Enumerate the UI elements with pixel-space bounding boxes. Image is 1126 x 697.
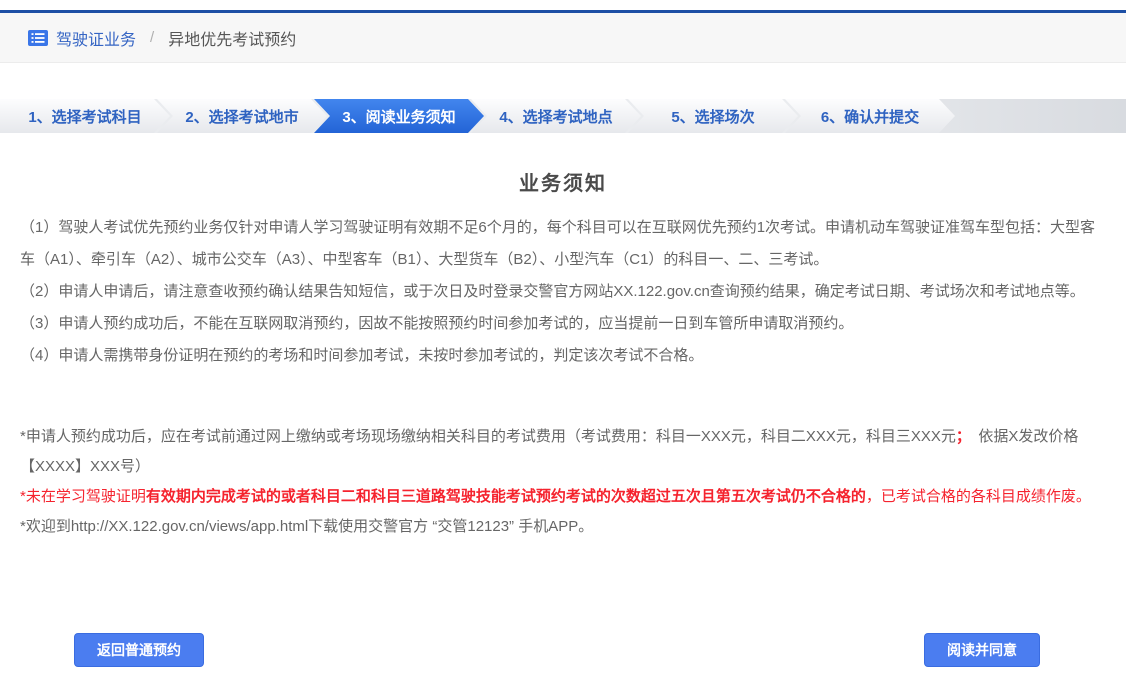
top-margin — [0, 0, 1126, 10]
page-title: 业务须知 — [0, 167, 1126, 196]
step-wizard: 1、选择考试科目 2、选择考试地市 3、阅读业务须知 4、选择考试地点 5、选择… — [0, 99, 1126, 133]
notice-content: 业务须知 （1）驾驶人考试优先预约业务仅针对申请人学习驾驶证明有效期不足6个月的… — [0, 167, 1126, 542]
notice-paragraph-3: （3）申请人预约成功后，不能在互联网取消预约，因故不能按照预约时间参加考试的，应… — [0, 308, 1126, 340]
step-5[interactable]: 5、选择场次 — [628, 99, 798, 133]
back-to-normal-booking-button[interactable]: 返回普通预约 — [74, 633, 204, 667]
notice-paragraphs: （1）驾驶人考试优先预约业务仅针对申请人学习驾驶证明有效期不足6个月的，每个科目… — [0, 212, 1126, 372]
notice-paragraph-2: （2）申请人申请后，请注意查收预约确认结果告知短信，或于次日及时登录交警官方网站… — [0, 276, 1126, 308]
breadcrumb-section[interactable]: 驾驶证业务 — [56, 26, 136, 50]
read-and-agree-button[interactable]: 阅读并同意 — [924, 633, 1040, 667]
notice-paragraph-4: （4）申请人需携带身份证明在预约的考场和时间参加考试，未按时参加考试的，判定该次… — [0, 340, 1126, 372]
step-6[interactable]: 6、确认并提交 — [785, 99, 955, 133]
step-3[interactable]: 3、阅读业务须知 — [314, 99, 484, 133]
step-4[interactable]: 4、选择考试地点 — [471, 99, 641, 133]
red-warning-emphasis: 有效期内完成考试的或者科目二和科目三道路驾驶技能考试预约考试的次数超过五次且第五… — [146, 488, 866, 505]
footer-actions: 返回普通预约 阅读并同意 — [0, 633, 1126, 667]
red-warning-note: *未在学习驾驶证明有效期内完成考试的或者科目二和科目三道路驾驶技能考试预约考试的… — [0, 482, 1126, 512]
step-bar-filler — [955, 99, 1126, 133]
fee-note-text: *申请人预约成功后，应在考试前通过网上缴纳或考场现场缴纳相关科目的考试费用（考试… — [20, 428, 956, 445]
red-warning-suffix: ，已考试合格的各科目成绩作废。 — [866, 488, 1091, 505]
step-1[interactable]: 1、选择考试科目 — [0, 99, 170, 133]
notice-notes: *申请人预约成功后，应在考试前通过网上缴纳或考场现场缴纳相关科目的考试费用（考试… — [0, 422, 1126, 542]
red-warning-prefix: *未在学习驾驶证明 — [20, 488, 146, 505]
app-download-note: *欢迎到http://XX.122.gov.cn/views/app.html下… — [0, 512, 1126, 542]
breadcrumb-separator: / — [150, 29, 154, 46]
fee-note-doc-number: 【XXXX】XXX号） — [0, 452, 1126, 482]
list-icon — [28, 30, 48, 46]
breadcrumb: 驾驶证业务 / 异地优先考试预约 — [0, 13, 1126, 63]
breadcrumb-current: 异地优先考试预约 — [168, 26, 296, 50]
page: 驾驶证业务 / 异地优先考试预约 1、选择考试科目 2、选择考试地市 3、阅读业… — [0, 0, 1126, 697]
step-2[interactable]: 2、选择考试地市 — [157, 99, 327, 133]
notice-paragraph-1: （1）驾驶人考试优先预约业务仅针对申请人学习驾驶证明有效期不足6个月的，每个科目… — [0, 212, 1126, 276]
fee-note-basis: 依据X发改价格 — [963, 428, 1078, 445]
fee-note: *申请人预约成功后，应在考试前通过网上缴纳或考场现场缴纳相关科目的考试费用（考试… — [0, 422, 1126, 452]
